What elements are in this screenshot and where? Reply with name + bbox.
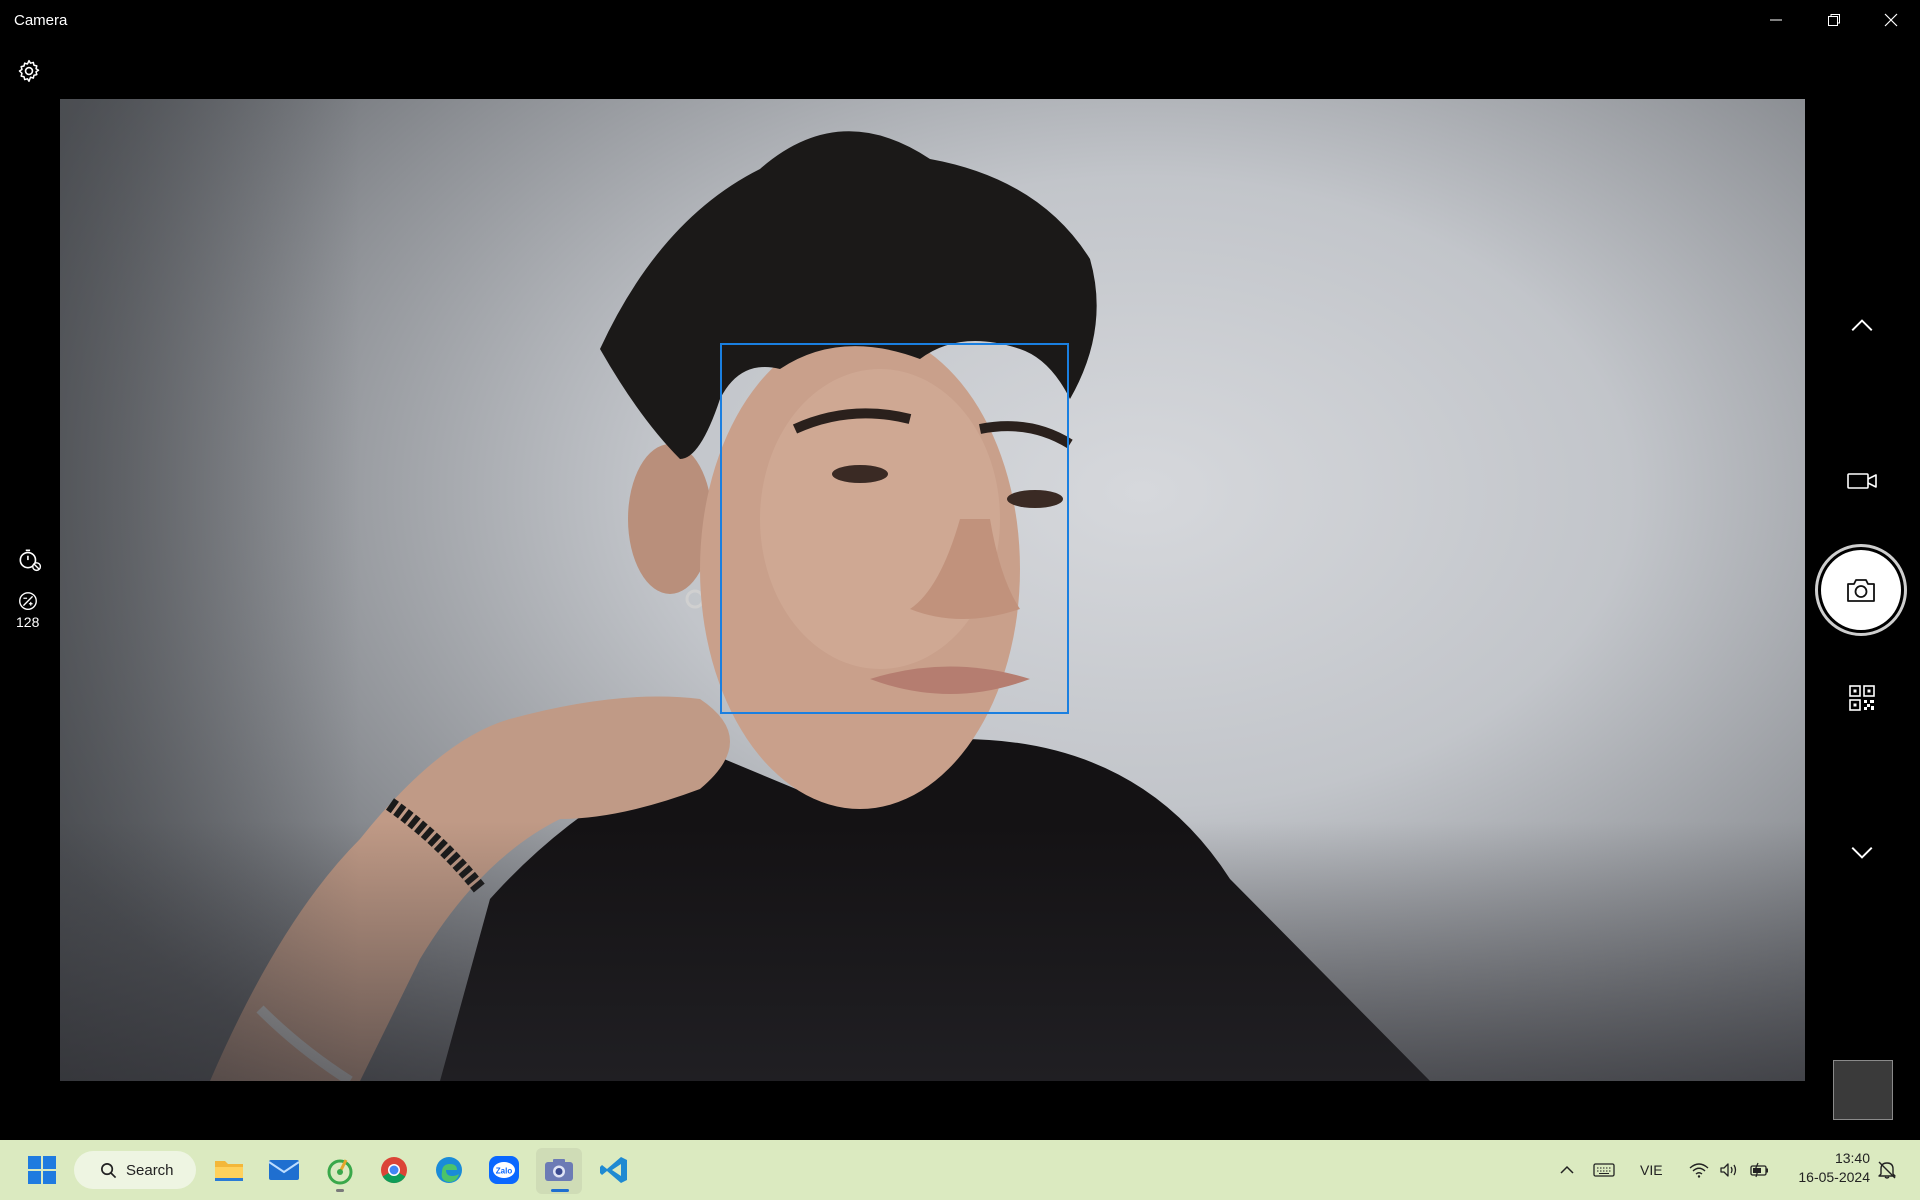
camera-icon [545, 1159, 573, 1181]
taskbar-chrome[interactable] [374, 1150, 414, 1190]
bell-icon [1878, 1161, 1896, 1179]
qr-scan-icon [1849, 685, 1875, 711]
window-title: Camera [14, 12, 68, 29]
photo-timer-button[interactable] [16, 546, 42, 572]
search-label: Search [126, 1161, 174, 1179]
language-indicator[interactable]: VIE [1640, 1162, 1663, 1178]
gear-icon [18, 59, 40, 83]
last-capture-thumbnail[interactable] [1833, 1060, 1893, 1120]
chevron-up-icon [1560, 1165, 1574, 1174]
taskbar-mail[interactable] [264, 1150, 304, 1190]
app-icon [327, 1159, 353, 1185]
keyboard-icon [1593, 1163, 1615, 1177]
minimize-button[interactable] [1747, 0, 1804, 40]
brightness-button[interactable]: 128 [16, 590, 39, 630]
wifi-icon [1689, 1163, 1709, 1178]
start-icon [28, 1156, 56, 1184]
title-bar: Camera [0, 0, 1920, 40]
scroll-down-button[interactable] [1848, 838, 1876, 866]
taskbar-edge[interactable] [429, 1150, 469, 1190]
battery-button[interactable] [1744, 1150, 1774, 1190]
clock[interactable]: 13:40 16-05-2024 [1782, 1150, 1870, 1190]
minimize-icon [1769, 19, 1782, 21]
camera-icon [1847, 579, 1875, 602]
taskbar-camera[interactable] [539, 1150, 579, 1190]
keyboard-button[interactable] [1588, 1150, 1620, 1190]
start-button[interactable] [22, 1150, 62, 1190]
file-explorer-icon [215, 1161, 243, 1181]
restore-icon [1827, 14, 1840, 26]
close-icon [1884, 13, 1897, 27]
taskbar-app[interactable] [320, 1150, 360, 1190]
scroll-up-button[interactable] [1848, 312, 1876, 340]
timer-off-icon [19, 549, 42, 572]
notifications-button[interactable] [1870, 1150, 1904, 1190]
settings-button[interactable] [16, 58, 42, 84]
chrome-icon [381, 1157, 407, 1184]
face-detection-box [720, 343, 1069, 714]
qr-scan-button[interactable] [1846, 682, 1878, 714]
wifi-button[interactable] [1684, 1150, 1714, 1190]
restore-button[interactable] [1805, 0, 1862, 40]
video-mode-icon [1847, 473, 1877, 489]
brightness-value: 128 [16, 614, 40, 630]
volume-icon [1720, 1163, 1737, 1177]
edge-icon [436, 1157, 462, 1183]
camera-preview [60, 99, 1805, 1081]
chevron-down-icon [1851, 846, 1873, 859]
app-running-indicator [336, 1189, 344, 1192]
shutter-inner [1821, 550, 1901, 630]
taskbar-zalo[interactable]: Zalo [484, 1150, 524, 1190]
mail-icon [268, 1160, 300, 1180]
photo-shutter-button[interactable] [1815, 544, 1907, 636]
taskbar-vscode[interactable] [594, 1150, 634, 1190]
search-icon [101, 1163, 117, 1179]
vignette-bottom [60, 821, 1805, 1081]
brightness-icon [18, 592, 37, 610]
taskbar-search[interactable]: Search [74, 1151, 196, 1189]
taskbar-file-explorer[interactable] [209, 1150, 249, 1190]
close-button[interactable] [1862, 0, 1919, 40]
clock-time: 13:40 [1834, 1150, 1870, 1166]
clock-date: 16-05-2024 [1798, 1169, 1870, 1185]
video-mode-button[interactable] [1844, 466, 1880, 496]
volume-button[interactable] [1714, 1150, 1744, 1190]
show-hidden-icons-button[interactable] [1552, 1150, 1582, 1190]
zalo-icon: Zalo [489, 1156, 519, 1184]
vscode-icon [600, 1157, 627, 1183]
zalo-label: Zalo [496, 1167, 513, 1176]
camera-active-indicator [551, 1189, 569, 1192]
chevron-up-icon [1851, 319, 1873, 332]
battery-charging-icon [1750, 1162, 1768, 1178]
